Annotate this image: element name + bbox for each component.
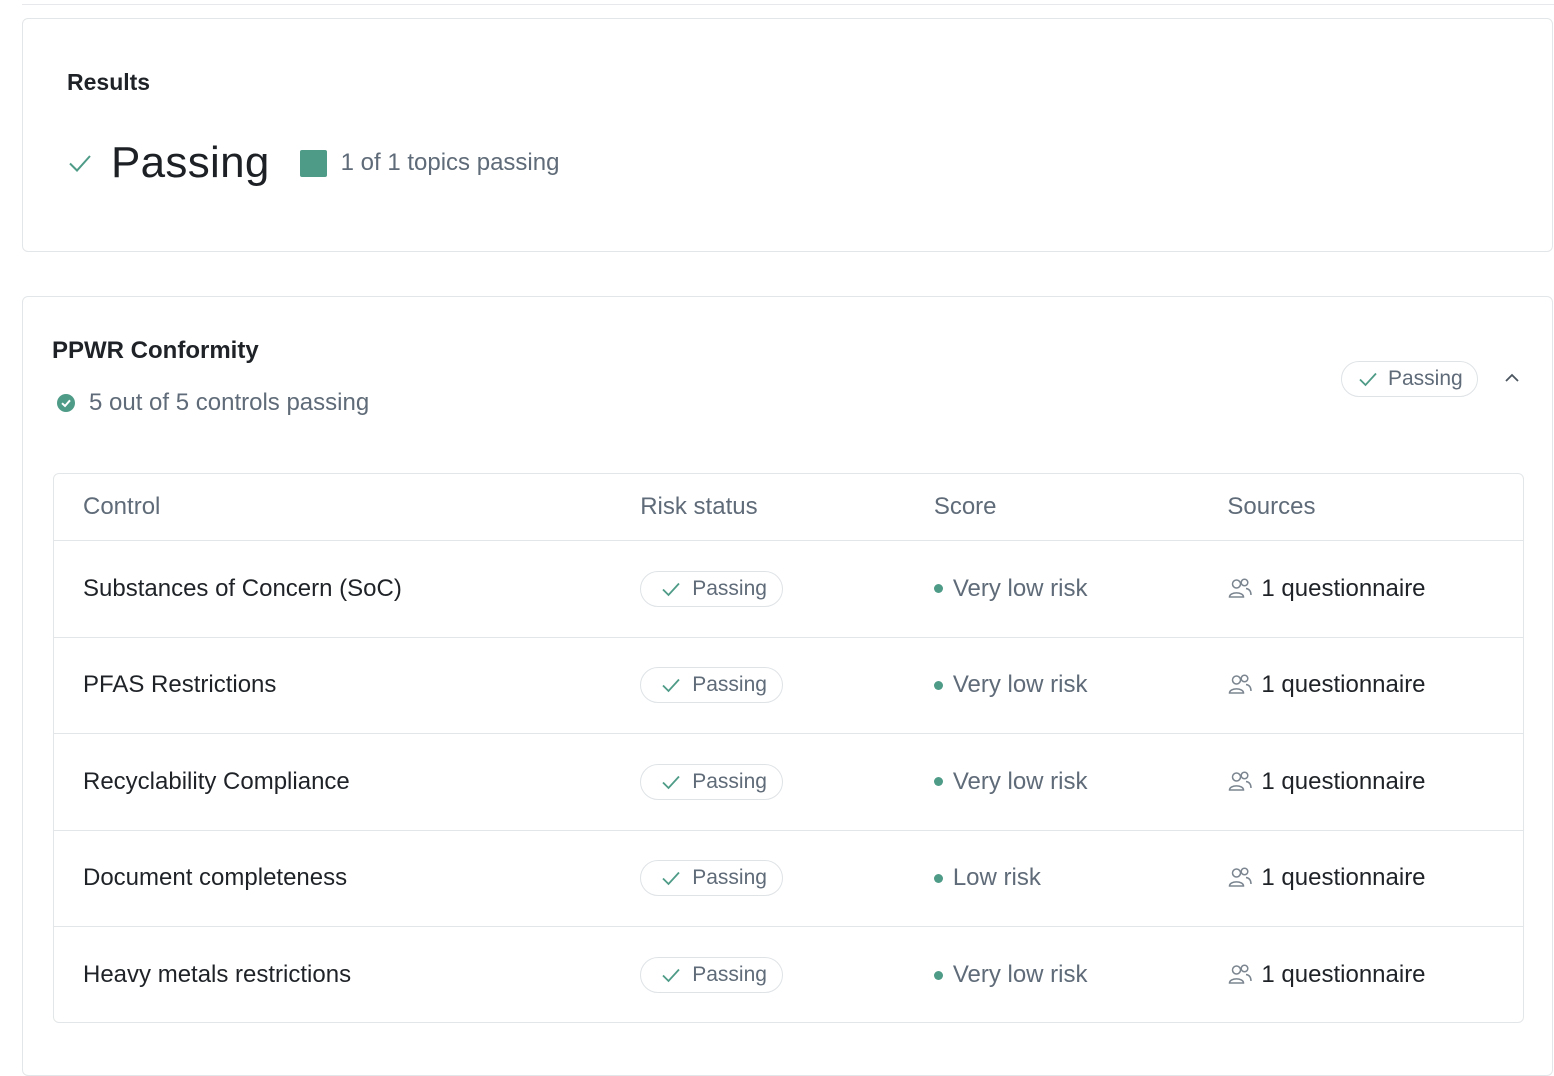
top-divider xyxy=(22,4,1554,5)
score-label: Very low risk xyxy=(952,574,1088,602)
score-label: Very low risk xyxy=(952,767,1088,795)
score-cell: Very low risk xyxy=(933,671,1228,699)
users-icon xyxy=(1227,576,1253,602)
check-icon xyxy=(661,675,681,695)
status-badge: Passing xyxy=(640,957,783,994)
sources-link[interactable]: 1 questionnaire xyxy=(1261,575,1425,603)
score-label: Low risk xyxy=(952,864,1041,892)
score-dot-icon xyxy=(933,777,943,787)
table-row[interactable]: Heavy metals restrictions Passing Very l… xyxy=(54,927,1523,1022)
control-name: Substances of Concern (SoC) xyxy=(83,574,402,602)
chevron-up-icon xyxy=(1503,369,1521,387)
check-icon xyxy=(661,868,681,888)
risk-status-cell: Passing xyxy=(640,763,934,800)
sources-cell[interactable]: 1 questionnaire xyxy=(1227,768,1523,796)
check-icon xyxy=(661,579,681,599)
column-header-score[interactable]: Score xyxy=(934,493,1228,521)
status-badge-label: Passing xyxy=(692,963,767,987)
score-dot-icon xyxy=(933,680,943,690)
users-icon xyxy=(1227,962,1253,988)
sources-link[interactable]: 1 questionnaire xyxy=(1261,961,1425,989)
results-status: Passing xyxy=(111,138,270,187)
status-badge-label: Passing xyxy=(692,576,767,600)
column-header-risk-status[interactable]: Risk status xyxy=(640,493,934,521)
control-name: PFAS Restrictions xyxy=(83,671,277,699)
control-name: Recyclability Compliance xyxy=(83,767,350,795)
score-dot-icon xyxy=(933,873,943,883)
results-summary: Passing 1 of 1 topics passing xyxy=(67,135,559,191)
conformity-title: PPWR Conformity xyxy=(52,337,259,364)
score-cell: Low risk xyxy=(933,864,1228,892)
ppwr-conformity-card: PPWR Conformity 5 out of 5 controls pass… xyxy=(22,296,1553,1076)
sources-cell[interactable]: 1 questionnaire xyxy=(1227,961,1523,989)
score-cell: Very low risk xyxy=(933,767,1228,796)
controls-passing-text: 5 out of 5 controls passing xyxy=(89,389,370,416)
score-label: Very low risk xyxy=(952,961,1088,989)
results-title: Results xyxy=(67,69,151,95)
results-card: Results Passing 1 of 1 topics passing xyxy=(22,18,1553,252)
check-circle-icon xyxy=(57,394,75,412)
status-badge: Passing xyxy=(640,667,783,704)
control-name: Document completeness xyxy=(83,864,348,892)
score-label: Very low risk xyxy=(952,671,1088,699)
sources-cell[interactable]: 1 questionnaire xyxy=(1227,575,1523,603)
control-name: Heavy metals restrictions xyxy=(83,961,352,989)
risk-status-cell: Passing xyxy=(640,860,934,897)
sources-cell[interactable]: 1 questionnaire xyxy=(1227,864,1523,892)
score-dot-icon xyxy=(933,584,943,594)
risk-status-cell: Passing xyxy=(640,957,934,994)
status-badge: Passing xyxy=(640,570,783,607)
status-badge: Passing xyxy=(640,860,783,897)
table-row[interactable]: Recyclability Compliance Passing Very lo… xyxy=(54,734,1523,831)
conformity-status-badge: Passing xyxy=(1341,361,1478,397)
check-icon xyxy=(67,150,93,176)
risk-status-cell: Passing xyxy=(640,667,934,704)
check-icon xyxy=(1358,369,1378,389)
status-badge-label: Passing xyxy=(692,866,767,890)
sources-link[interactable]: 1 questionnaire xyxy=(1261,671,1425,699)
status-badge-label: Passing xyxy=(692,769,767,793)
users-icon xyxy=(1227,865,1253,891)
table-row[interactable]: Substances of Concern (SoC) Passing Very… xyxy=(54,541,1523,638)
users-icon xyxy=(1227,769,1253,795)
score-dot-icon xyxy=(933,970,943,980)
check-icon xyxy=(661,772,681,792)
collapse-button[interactable] xyxy=(1499,365,1525,391)
topic-legend-swatch xyxy=(299,149,327,177)
sources-link[interactable]: 1 questionnaire xyxy=(1261,864,1425,892)
table-row[interactable]: PFAS Restrictions Passing Very low risk … xyxy=(54,638,1523,734)
controls-table: Control Risk status Score Sources Substa… xyxy=(53,473,1524,1023)
sources-cell[interactable]: 1 questionnaire xyxy=(1227,671,1523,699)
sources-link[interactable]: 1 questionnaire xyxy=(1261,768,1425,796)
column-header-control[interactable]: Control xyxy=(54,493,640,521)
score-cell: Very low risk xyxy=(933,961,1228,989)
risk-status-cell: Passing xyxy=(640,570,934,607)
table-row[interactable]: Document completeness Passing Low risk 1… xyxy=(54,831,1523,927)
column-header-sources[interactable]: Sources xyxy=(1227,493,1523,521)
table-header: Control Risk status Score Sources xyxy=(54,474,1523,541)
topics-passing-text: 1 of 1 topics passing xyxy=(340,149,560,176)
status-badge: Passing xyxy=(640,763,783,800)
users-icon xyxy=(1227,672,1253,698)
controls-summary: 5 out of 5 controls passing xyxy=(57,389,369,417)
status-badge-label: Passing xyxy=(692,673,767,697)
score-cell: Very low risk xyxy=(933,574,1228,603)
status-badge-label: Passing xyxy=(1388,367,1463,390)
check-icon xyxy=(661,965,681,985)
